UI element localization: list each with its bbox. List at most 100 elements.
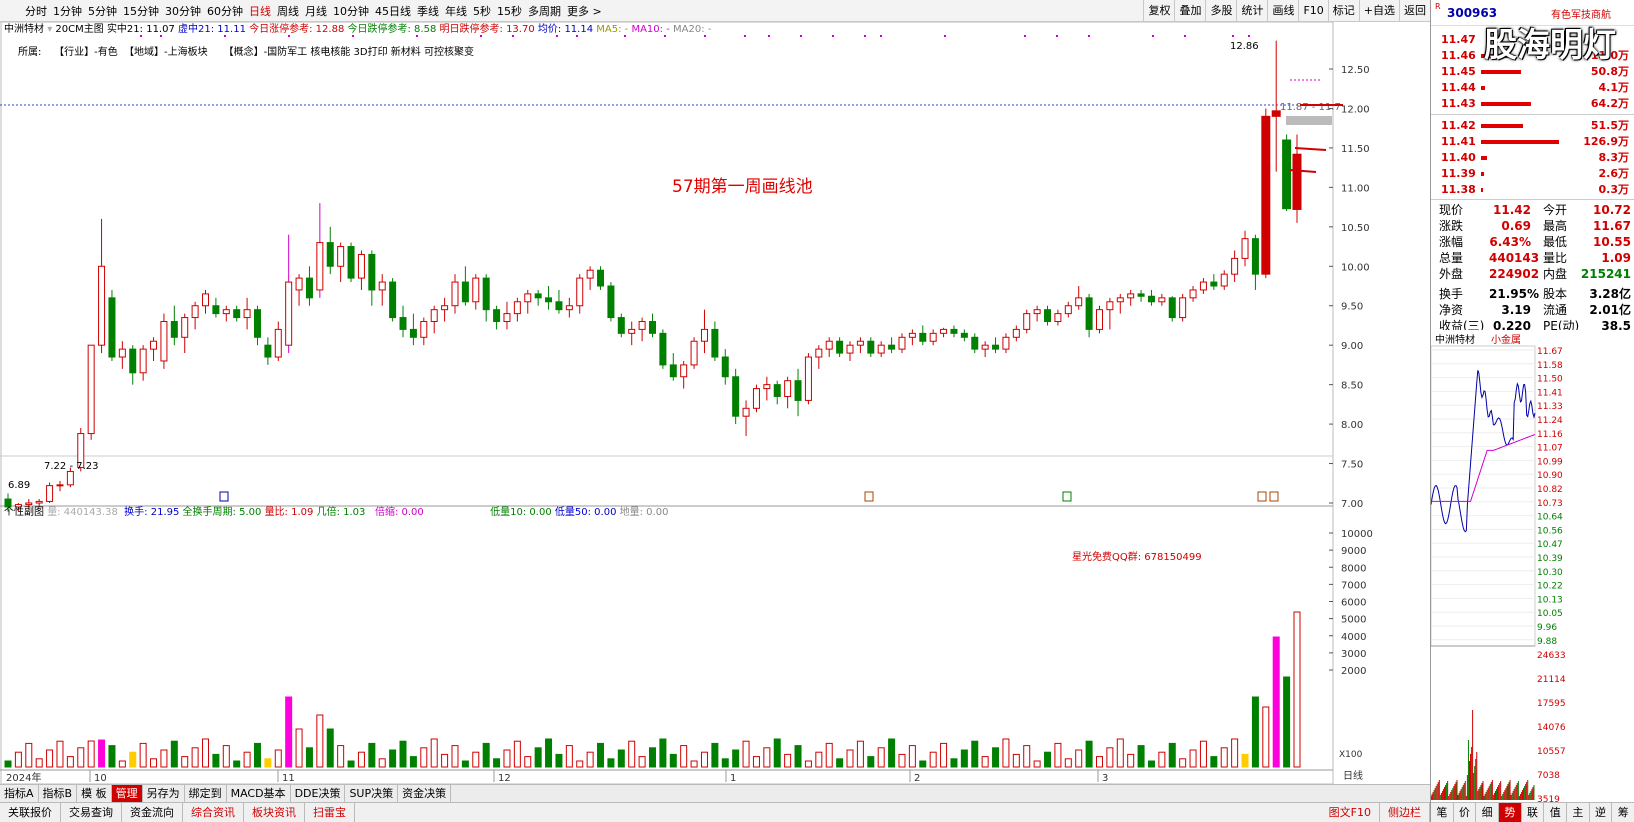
- right-tab-4[interactable]: 联: [1522, 803, 1545, 822]
- status-right-1[interactable]: 侧边栏: [1380, 803, 1430, 822]
- right-tab-2[interactable]: 细: [1476, 803, 1500, 822]
- period-tab-4[interactable]: 30分钟: [162, 3, 204, 19]
- right-tab-0[interactable]: 笔: [1431, 803, 1454, 822]
- period-tab-14[interactable]: 15秒: [494, 3, 525, 19]
- tool-button-8[interactable]: 返回: [1399, 0, 1430, 22]
- ask-row-2[interactable]: 11.45 50.8万: [1431, 64, 1634, 80]
- tool-button-2[interactable]: 多股: [1205, 0, 1236, 22]
- status-right-0[interactable]: 图文F10: [1321, 803, 1380, 822]
- bid-row-3[interactable]: 11.39 2.6万: [1431, 166, 1634, 182]
- dropdown-icon[interactable]: ▾: [47, 24, 52, 35]
- tool-button-3[interactable]: 统计: [1236, 0, 1267, 22]
- bid-volume: 0.3万: [1598, 183, 1630, 196]
- status-item-3[interactable]: 综合资讯: [183, 803, 244, 822]
- right-tab-1[interactable]: 价: [1454, 803, 1477, 822]
- event-marker[interactable]: [1257, 491, 1267, 502]
- candle-body: [129, 348, 137, 374]
- status-item-0[interactable]: 关联报价: [0, 803, 61, 822]
- bid-row-2[interactable]: 11.40 8.3万: [1431, 150, 1634, 166]
- period-tab-10[interactable]: 45日线: [372, 3, 414, 19]
- ask-volume: 50.8万: [1590, 65, 1629, 78]
- event-marker[interactable]: [219, 491, 229, 502]
- volume-bar: [804, 760, 812, 768]
- tool-button-6[interactable]: 标记: [1327, 0, 1359, 22]
- indicator-tab-9[interactable]: 资金决策: [398, 785, 452, 802]
- period-tab-3[interactable]: 15分钟: [120, 3, 162, 19]
- period-tab-11[interactable]: 季线: [414, 3, 442, 19]
- sub-title[interactable]: 个性副图: [4, 507, 44, 518]
- quote-value-2: 2.01亿: [1589, 303, 1631, 317]
- volume-bar: [295, 728, 303, 768]
- bid-row-1[interactable]: 11.41 126.9万: [1431, 134, 1634, 150]
- tag-industry[interactable]: 【行业】-有色: [54, 47, 118, 58]
- indicator-tab-8[interactable]: SUP决策: [345, 785, 399, 802]
- candle-body: [368, 253, 376, 291]
- event-marker[interactable]: [1269, 491, 1279, 502]
- right-tab-7[interactable]: 逆: [1590, 803, 1613, 822]
- event-marker[interactable]: [1062, 491, 1072, 502]
- zoom-label[interactable]: X100: [1339, 750, 1363, 760]
- candle-body: [690, 340, 698, 366]
- period-tab-5[interactable]: 60分钟: [204, 3, 246, 19]
- bid-volume-bar: [1481, 188, 1483, 192]
- status-item-2[interactable]: 资金流向: [122, 803, 183, 822]
- bid-row-0[interactable]: 11.42 51.5万: [1431, 118, 1634, 134]
- tool-button-5[interactable]: F10: [1298, 0, 1327, 22]
- indicator-tab-1[interactable]: 指标B: [39, 785, 78, 802]
- board-label: 20CM主图: [55, 24, 104, 35]
- volume-bar: [659, 738, 667, 768]
- mini-chart[interactable]: 中洲特材 小金属 11.67 11.58 11.50 11.41 11.33 11.24 11.…: [1431, 330, 1634, 802]
- candle-body: [877, 344, 885, 354]
- indicator-tab-7[interactable]: DDE决策: [291, 785, 346, 802]
- volume-bar: [971, 740, 979, 768]
- period-tab-6[interactable]: 日线: [246, 3, 274, 19]
- candle-body: [389, 281, 397, 319]
- status-item-5[interactable]: 扫雷宝: [305, 803, 355, 822]
- period-tab-8[interactable]: 月线: [302, 3, 330, 19]
- period-tab-9[interactable]: 10分钟: [330, 3, 372, 19]
- volume-bar: [773, 738, 781, 768]
- mini-price-tick: 10.30: [1537, 568, 1563, 578]
- ask-row-4[interactable]: 11.43 64.2万: [1431, 96, 1634, 112]
- right-tab-6[interactable]: 主: [1567, 803, 1590, 822]
- mini-price-tick: 11.24: [1537, 416, 1563, 426]
- tag-region[interactable]: 【地域】-上海板块: [124, 47, 208, 58]
- indicator-tab-3[interactable]: 管理: [111, 785, 143, 802]
- tag-line: 所属: 【行业】-有色 【地域】-上海板块 【概念】-国防军工 核电核能 3D打…: [18, 43, 474, 58]
- period-tab-0[interactable]: 分时: [22, 3, 50, 19]
- unit-label[interactable]: 日线: [1343, 769, 1363, 782]
- tool-button-7[interactable]: +自选: [1358, 0, 1399, 22]
- tool-button-4[interactable]: 画线: [1267, 0, 1298, 22]
- quote-label: 涨幅: [1439, 235, 1464, 249]
- quote-value-2: 1.09: [1601, 251, 1631, 265]
- right-tab-5[interactable]: 值: [1544, 803, 1568, 822]
- period-tab-13[interactable]: 5秒: [470, 3, 494, 19]
- period-tab-16[interactable]: 更多 >: [564, 3, 605, 19]
- tag-concept[interactable]: 【概念】-国防军工 核电核能 3D打印 新材料 可控核聚变: [224, 47, 474, 58]
- tool-button-0[interactable]: 复权: [1143, 0, 1174, 22]
- tool-button-1[interactable]: 叠加: [1174, 0, 1205, 22]
- indicator-tab-0[interactable]: 指标A: [0, 785, 39, 802]
- right-tab-8[interactable]: 筹: [1612, 803, 1634, 822]
- period-tab-2[interactable]: 5分钟: [85, 3, 120, 19]
- period-tab-1[interactable]: 1分钟: [50, 3, 85, 19]
- status-item-1[interactable]: 交易查询: [61, 803, 122, 822]
- right-tab-3[interactable]: 势: [1499, 803, 1522, 822]
- status-item-4[interactable]: 板块资讯: [244, 803, 305, 822]
- ask-price: 11.45: [1441, 65, 1476, 78]
- bid-row-4[interactable]: 11.38 0.3万: [1431, 182, 1634, 198]
- indicator-tab-4[interactable]: 另存为: [143, 785, 185, 802]
- ask-row-3[interactable]: 11.44 4.1万: [1431, 80, 1634, 96]
- indicator-tab-2[interactable]: 模 板: [77, 785, 112, 802]
- indicator-tab-5[interactable]: 绑定到: [185, 785, 227, 802]
- event-marker[interactable]: [864, 491, 874, 502]
- period-tab-15[interactable]: 多周期: [525, 3, 564, 19]
- period-tab-7[interactable]: 周线: [274, 3, 302, 19]
- candle-body: [524, 293, 532, 303]
- indicator-tabs: 指标A 指标B 模 板管理 另存为 绑定到 MACD基本 DDE决策 SUP决策 资金决策: [0, 784, 1430, 802]
- indicator-tab-6[interactable]: MACD基本: [227, 785, 291, 802]
- period-tab-12[interactable]: 年线: [442, 3, 470, 19]
- price-tick-label: 10.00: [1341, 262, 1370, 273]
- main-chart[interactable]: 12.50 12.00 11.50 11.00 10.50 10.00 9.50 9.00 8.…: [0, 21, 1390, 812]
- candle-body: [1199, 281, 1207, 291]
